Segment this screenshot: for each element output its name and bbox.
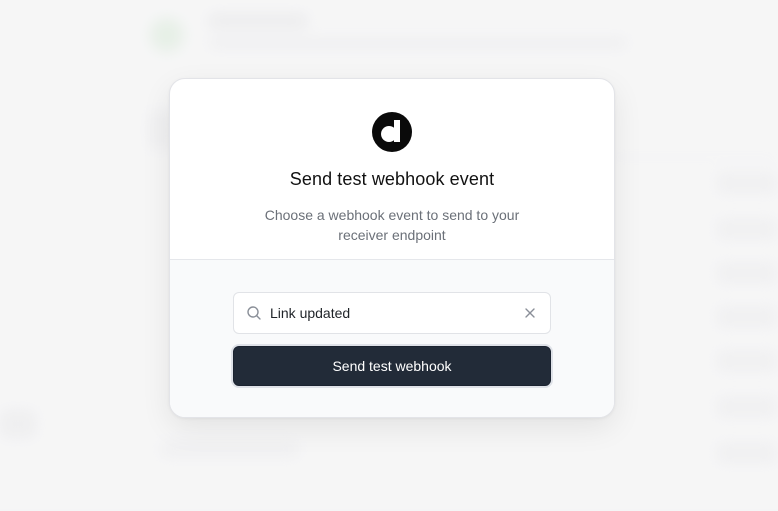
dialog-header: Send test webhook event Choose a webhook…: [170, 79, 614, 260]
event-search-combobox[interactable]: [233, 292, 551, 334]
dialog-description: Choose a webhook event to send to your r…: [264, 207, 520, 243]
send-test-webhook-dialog: Send test webhook event Choose a webhook…: [169, 78, 615, 418]
event-search-input[interactable]: [262, 293, 516, 333]
send-test-webhook-button[interactable]: Send test webhook: [233, 346, 551, 386]
dialog-title: Send test webhook event: [289, 169, 495, 189]
dialog-body: Send test webhook: [170, 260, 614, 417]
clear-search-button[interactable]: [516, 299, 544, 327]
search-icon: [246, 305, 262, 321]
close-icon: [525, 308, 535, 318]
brand-logo-icon: [372, 112, 412, 152]
